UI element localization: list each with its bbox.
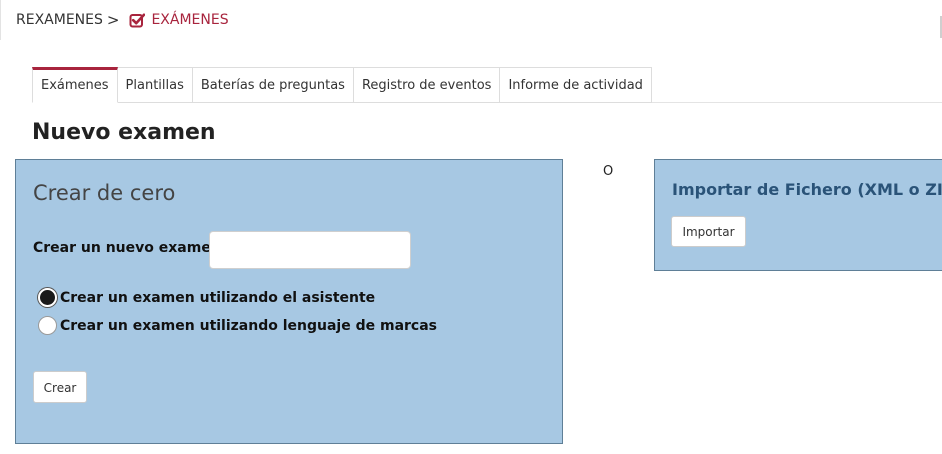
create-from-scratch-panel: Crear de cero Crear un nuevo examen Crea… bbox=[15, 159, 563, 444]
tab-informe-de-actividad[interactable]: Informe de actividad bbox=[500, 67, 652, 103]
import-panel: Importar de Fichero (XML o ZIP) Importar bbox=[654, 159, 942, 271]
breadcrumb-separator: > bbox=[106, 11, 120, 29]
create-button[interactable]: Crear bbox=[33, 371, 87, 403]
breadcrumb-current: EXÁMENES bbox=[151, 12, 229, 28]
tab-baterias-de-preguntas[interactable]: Baterías de preguntas bbox=[192, 67, 354, 103]
create-panel-heading: Crear de cero bbox=[33, 181, 176, 205]
breadcrumb-root-link[interactable]: REXAMENES bbox=[16, 12, 103, 28]
tab-registro-de-eventos[interactable]: Registro de eventos bbox=[353, 67, 501, 103]
left-border bbox=[0, 0, 1, 40]
tab-examenes[interactable]: Exámenes bbox=[32, 67, 118, 103]
import-panel-heading: Importar de Fichero (XML o ZIP) bbox=[672, 180, 942, 199]
exam-name-input[interactable] bbox=[209, 231, 411, 269]
option-wizard-label: Crear un examen utilizando el asistente bbox=[60, 289, 376, 306]
tab-plantillas[interactable]: Plantillas bbox=[117, 67, 193, 103]
top-bar: REXAMENES > EXÁMENES bbox=[0, 0, 942, 40]
import-button[interactable]: Importar bbox=[671, 216, 746, 247]
page-title: Nuevo examen bbox=[32, 120, 216, 145]
option-wizard[interactable]: Crear un examen utilizando el asistente bbox=[38, 288, 375, 307]
radio-markup[interactable] bbox=[38, 316, 57, 335]
checkbox-checked-icon bbox=[129, 12, 146, 28]
breadcrumb: REXAMENES > EXÁMENES bbox=[16, 11, 229, 29]
option-markup[interactable]: Crear un examen utilizando lenguaje de m… bbox=[38, 316, 437, 335]
or-separator: O bbox=[603, 164, 614, 179]
option-markup-label: Crear un examen utilizando lenguaje de m… bbox=[60, 317, 438, 334]
exam-name-label: Crear un nuevo examen bbox=[33, 240, 221, 256]
tab-bar: Exámenes Plantillas Baterías de pregunta… bbox=[32, 67, 652, 103]
radio-wizard[interactable] bbox=[38, 288, 57, 307]
